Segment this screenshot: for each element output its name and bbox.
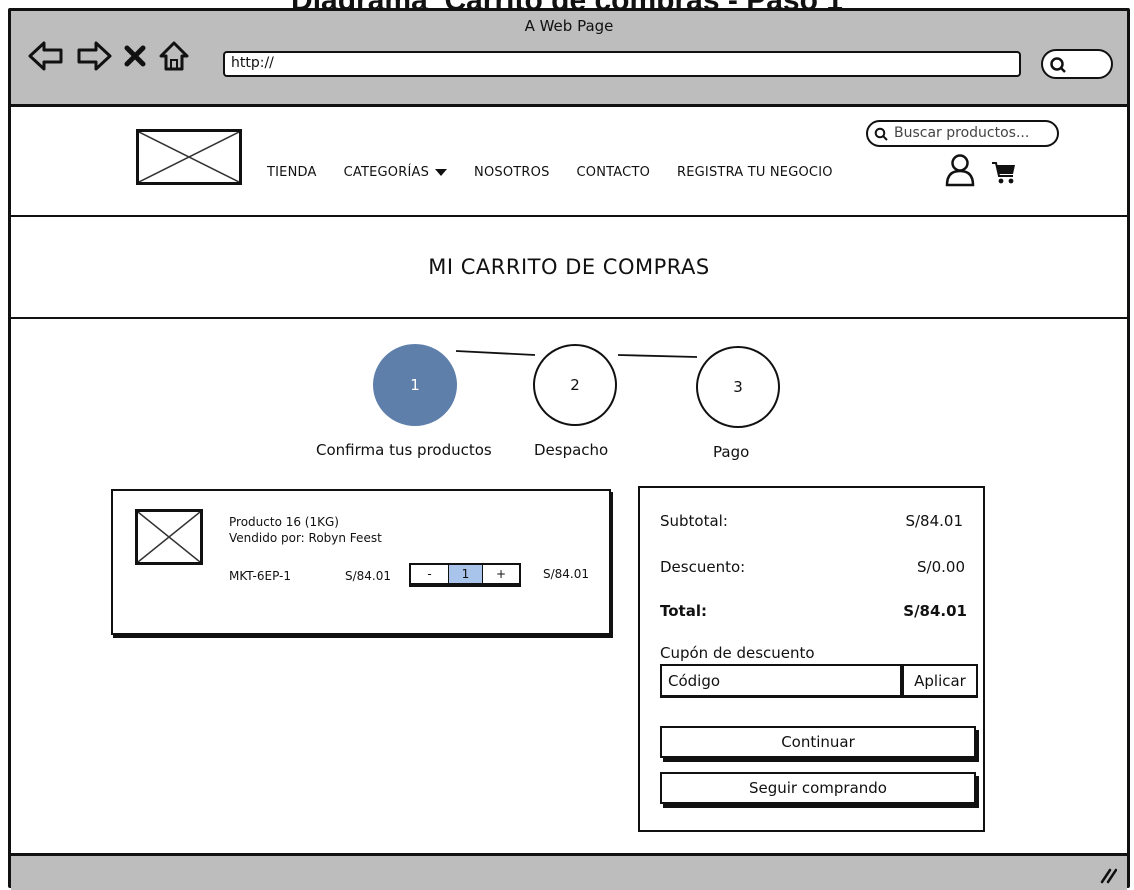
- product-image-placeholder: [135, 509, 203, 565]
- step-1-circle: 1: [373, 344, 457, 426]
- product-sku: MKT-6EP-1: [229, 569, 292, 583]
- quantity-value[interactable]: 1: [449, 565, 483, 583]
- subtotal-value: S/84.01: [905, 512, 963, 530]
- discount-label: Descuento:: [660, 558, 746, 576]
- step-2-label: Despacho: [534, 441, 609, 459]
- step-3-number: 3: [733, 378, 743, 396]
- product-line-total: S/84.01: [543, 567, 590, 581]
- step-3-label: Pago: [713, 443, 750, 461]
- decrease-quantity-button[interactable]: -: [411, 565, 449, 583]
- step-3-circle: 3: [696, 346, 780, 428]
- coupon-label: Cupón de descuento: [660, 644, 815, 662]
- total-value: S/84.01: [903, 602, 967, 620]
- coupon-code-input[interactable]: Código: [660, 664, 902, 698]
- total-label: Total:: [660, 602, 707, 620]
- subtotal-label: Subtotal:: [660, 512, 728, 530]
- product-seller: Vendido por: Robyn Feest: [229, 531, 382, 545]
- order-summary: Subtotal: S/84.01 Descuento: S/0.00 Tota…: [638, 486, 985, 832]
- product-name: Producto 16 (1KG): [229, 515, 339, 529]
- browser-window: A Web Page http:// TIENDA CATEGORÍAS NOS…: [8, 8, 1130, 890]
- step-1-number: 1: [410, 376, 420, 394]
- quantity-stepper: - 1 +: [409, 563, 521, 587]
- browser-status-bar: [11, 853, 1127, 890]
- resize-grip-icon[interactable]: [1099, 866, 1118, 889]
- apply-coupon-button[interactable]: Aplicar: [902, 664, 978, 698]
- increase-quantity-button[interactable]: +: [483, 565, 519, 583]
- cart-item-card: Producto 16 (1KG) Vendido por: Robyn Fee…: [111, 489, 611, 635]
- keep-shopping-button[interactable]: Seguir comprando: [660, 772, 976, 804]
- step-1-label: Confirma tus productos: [316, 441, 492, 459]
- step-2-number: 2: [570, 376, 580, 394]
- step-2-circle: 2: [533, 344, 617, 426]
- product-unit-price: S/84.01: [345, 569, 392, 583]
- continue-button[interactable]: Continuar: [660, 726, 976, 758]
- discount-value: S/0.00: [917, 558, 965, 576]
